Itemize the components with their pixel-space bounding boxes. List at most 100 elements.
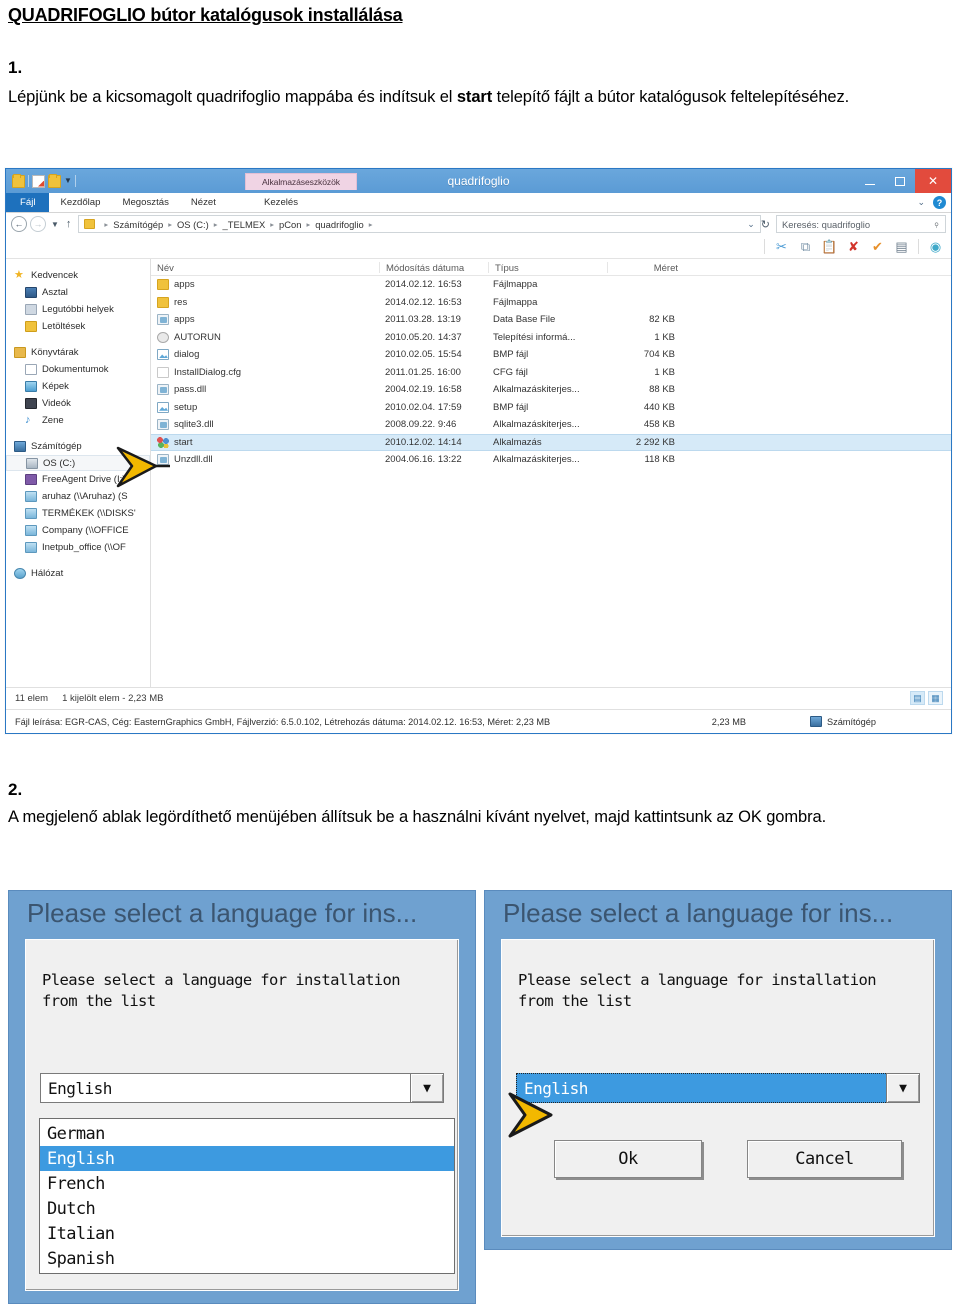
ribbon-right-controls[interactable]: ⌄ ? bbox=[917, 193, 946, 212]
ok-button[interactable]: Ok bbox=[554, 1140, 702, 1178]
rename-icon[interactable]: ▤ bbox=[894, 239, 909, 254]
ribbon-tab-share[interactable]: Megosztás bbox=[111, 193, 179, 212]
properties-icon[interactable] bbox=[32, 174, 45, 188]
sidebar-item-termekek[interactable]: TERMÉKEK (\\DISKS' bbox=[6, 505, 150, 522]
breadcrumb-item-1[interactable]: OS (C:) bbox=[177, 219, 209, 230]
table-row[interactable]: dialog 2010.02.05. 15:54 BMP fájl 704 KB bbox=[151, 346, 951, 364]
view-mode-buttons[interactable]: ▤ ▦ bbox=[910, 691, 943, 705]
column-header-name[interactable]: Név bbox=[151, 263, 379, 274]
qat-divider bbox=[28, 175, 29, 187]
up-arrow-icon[interactable]: ↑ bbox=[66, 218, 72, 230]
sidebar-item-computer[interactable]: Számítógép bbox=[6, 438, 150, 455]
file-list-pane[interactable]: Név Módosítás dátuma Típus Méret apps 20… bbox=[151, 259, 951, 687]
cancel-button[interactable]: Cancel bbox=[747, 1140, 902, 1178]
ribbon-tab-bar[interactable]: Fájl Kezdőlap Megosztás Nézet Kezelés ⌄ … bbox=[6, 193, 951, 213]
file-list-header[interactable]: Név Módosítás dátuma Típus Méret bbox=[151, 259, 951, 276]
sidebar-item-favorites[interactable]: ★ Kedvencek bbox=[6, 267, 150, 284]
dropdown-option-italian[interactable]: Italian bbox=[40, 1221, 454, 1246]
customize-caret-icon[interactable]: ▼ bbox=[64, 177, 72, 185]
table-row[interactable]: sqlite3.dll 2008.09.22. 9:46 Alkalmazásk… bbox=[151, 416, 951, 434]
ribbon-tab-manage[interactable]: Kezelés bbox=[253, 193, 309, 212]
sidebar-item-videos[interactable]: Videók bbox=[6, 395, 150, 412]
language-combobox-value[interactable]: English bbox=[516, 1073, 886, 1103]
sidebar-item-aruhaz[interactable]: aruhaz (\\Aruhaz) (S bbox=[6, 488, 150, 505]
breadcrumb-item-2[interactable]: _TELMEX bbox=[223, 219, 266, 230]
new-folder-icon[interactable] bbox=[48, 173, 61, 188]
table-row[interactable]: pass.dll 2004.02.19. 16:58 Alkalmazáskit… bbox=[151, 381, 951, 399]
sidebar-item-os-c[interactable]: OS (C:) bbox=[6, 455, 150, 471]
large-icons-view-icon[interactable]: ▦ bbox=[928, 691, 943, 705]
ribbon-tab-file[interactable]: Fájl bbox=[6, 193, 50, 212]
chevron-down-icon[interactable]: ⌄ bbox=[917, 197, 925, 208]
search-input[interactable]: Keresés: quadrifoglio ⌕ bbox=[776, 215, 946, 233]
language-dialog-right[interactable]: Please select a language for ins... Plea… bbox=[484, 890, 952, 1250]
sidebar-item-network[interactable]: Hálózat bbox=[6, 565, 150, 582]
folder-icon[interactable] bbox=[12, 173, 25, 188]
chevron-down-icon[interactable]: ▼ bbox=[886, 1073, 920, 1103]
delete-icon[interactable]: ✘ bbox=[846, 239, 861, 254]
sidebar-item-desktop[interactable]: Asztal bbox=[6, 284, 150, 301]
navigation-pane[interactable]: ★ Kedvencek Asztal Legutóbbi helyek Letö… bbox=[6, 259, 151, 687]
sidebar-item-downloads[interactable]: Letöltések bbox=[6, 318, 150, 335]
back-arrow-icon[interactable]: ← bbox=[11, 216, 27, 232]
address-bar[interactable]: ← → ▼ ↑ ▸ Számítógép ▸ OS (C:) ▸ _TELMEX… bbox=[6, 213, 951, 235]
paste-icon[interactable]: 📋 bbox=[821, 239, 837, 254]
check-icon[interactable]: ✔ bbox=[870, 239, 885, 254]
minimize-button[interactable] bbox=[855, 169, 885, 193]
quick-access-toolbar[interactable]: ▼ bbox=[6, 169, 76, 193]
breadcrumb-item-3[interactable]: pCon bbox=[279, 219, 301, 230]
details-view-icon[interactable]: ▤ bbox=[910, 691, 925, 705]
breadcrumb[interactable]: ▸ Számítógép ▸ OS (C:) ▸ _TELMEX ▸ pCon … bbox=[78, 215, 761, 233]
copy-icon[interactable]: ⧉ bbox=[798, 239, 813, 254]
search-icon[interactable]: ⌕ bbox=[931, 218, 943, 230]
address-chevron-down-icon[interactable]: ⌄ bbox=[747, 219, 755, 230]
manage-toolstrip[interactable]: ✂ ⧉ 📋 ✘ ✔ ▤ ◉ bbox=[6, 235, 951, 259]
address-bar-right[interactable]: ⌄ bbox=[747, 219, 757, 230]
dropdown-option-dutch[interactable]: Dutch bbox=[40, 1196, 454, 1221]
language-combobox-value[interactable]: English bbox=[40, 1073, 410, 1103]
language-dropdown-list[interactable]: German English French Dutch Italian Span… bbox=[39, 1118, 455, 1274]
sidebar-item-music[interactable]: ♪ Zene bbox=[6, 412, 150, 429]
chevron-down-icon[interactable]: ▼ bbox=[410, 1073, 444, 1103]
table-row[interactable]: apps 2011.03.28. 13:19 Data Base File 82… bbox=[151, 311, 951, 329]
sidebar-item-freeagent-drive[interactable]: FreeAgent Drive (I:) bbox=[6, 471, 150, 488]
table-row[interactable]: InstallDialog.cfg 2011.01.25. 16:00 CFG … bbox=[151, 364, 951, 382]
sidebar-item-pictures[interactable]: Képek bbox=[6, 378, 150, 395]
globe-icon[interactable]: ◉ bbox=[928, 239, 943, 254]
sidebar-item-inetpub-office[interactable]: Inetpub_office (\\OF bbox=[6, 539, 150, 556]
table-row[interactable]: AUTORUN 2010.05.20. 14:37 Telepítési inf… bbox=[151, 329, 951, 347]
dropdown-option-english[interactable]: English bbox=[40, 1146, 454, 1171]
sidebar-item-company[interactable]: Company (\\OFFICE bbox=[6, 522, 150, 539]
table-row-selected[interactable]: start 2010.12.02. 14:14 Alkalmazás 2 292… bbox=[151, 433, 951, 451]
cut-icon[interactable]: ✂ bbox=[774, 239, 789, 254]
sidebar-label: Videók bbox=[42, 398, 71, 409]
window-controls[interactable]: ✕ bbox=[855, 169, 951, 193]
recent-locations-chevron-down-icon[interactable]: ▼ bbox=[51, 220, 59, 229]
maximize-button[interactable] bbox=[885, 169, 915, 193]
help-icon[interactable]: ? bbox=[933, 196, 946, 209]
table-row[interactable]: setup 2010.02.04. 17:59 BMP fájl 440 KB bbox=[151, 399, 951, 417]
table-row[interactable]: apps 2014.02.12. 16:53 Fájlmappa bbox=[151, 276, 951, 294]
sidebar-item-libraries[interactable]: Könyvtárak bbox=[6, 344, 150, 361]
dropdown-option-german[interactable]: German bbox=[40, 1121, 454, 1146]
column-header-type[interactable]: Típus bbox=[489, 263, 607, 274]
sidebar-item-recent-places[interactable]: Legutóbbi helyek bbox=[6, 301, 150, 318]
column-header-size[interactable]: Méret bbox=[608, 263, 684, 274]
breadcrumb-item-4[interactable]: quadrifoglio bbox=[315, 219, 363, 230]
forward-arrow-icon[interactable]: → bbox=[30, 216, 46, 232]
refresh-icon[interactable]: ↻ bbox=[761, 218, 770, 231]
sidebar-item-documents[interactable]: Dokumentumok bbox=[6, 361, 150, 378]
breadcrumb-item-0[interactable]: Számítógép bbox=[113, 219, 163, 230]
file-explorer-window[interactable]: ▼ Alkalmazáseszközök quadrifoglio ✕ Fájl… bbox=[5, 168, 952, 734]
column-header-date[interactable]: Módosítás dátuma bbox=[380, 263, 488, 274]
dropdown-option-french[interactable]: French bbox=[40, 1171, 454, 1196]
language-dialog-left[interactable]: Please select a language for ins... Plea… bbox=[8, 890, 476, 1304]
table-row[interactable]: res 2014.02.12. 16:53 Fájlmappa bbox=[151, 294, 951, 312]
ribbon-tab-home[interactable]: Kezdőlap bbox=[49, 193, 111, 212]
language-combobox[interactable]: English ▼ bbox=[516, 1073, 920, 1103]
language-combobox[interactable]: English ▼ bbox=[40, 1073, 444, 1103]
table-row[interactable]: Unzdll.dll 2004.06.16. 13:22 Alkalmazásk… bbox=[151, 451, 951, 469]
close-button[interactable]: ✕ bbox=[915, 169, 951, 193]
ribbon-tab-view[interactable]: Nézet bbox=[180, 193, 227, 212]
dropdown-option-spanish[interactable]: Spanish bbox=[40, 1246, 454, 1271]
